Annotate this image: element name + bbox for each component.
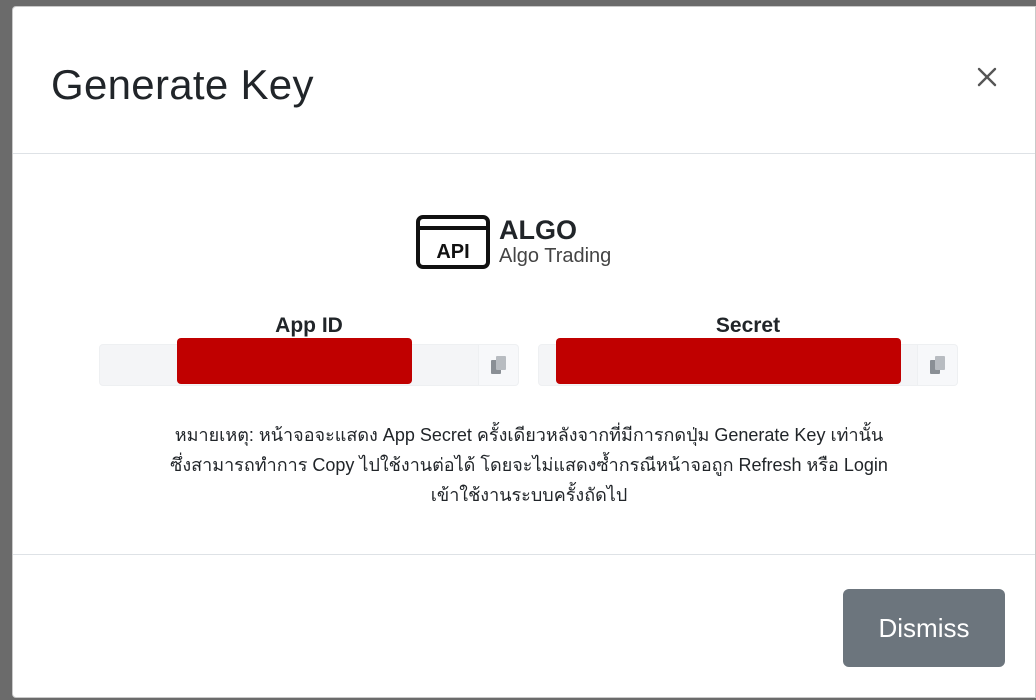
modal-title: Generate Key [51, 61, 314, 108]
app-subtitle: Algo Trading [499, 245, 612, 267]
secret-field: Secret [538, 314, 958, 386]
secret-label: Secret [715, 314, 781, 337]
app-id-redaction [177, 338, 412, 384]
app-id-field: App ID [99, 314, 519, 386]
note-line-2: ซึ่งสามารถทำการ Copy ไปใช้งานต่อได้ โดยจ… [170, 455, 888, 475]
api-icon: API [416, 215, 490, 269]
modal-footer: Dismiss [13, 554, 1035, 699]
copy-icon [490, 356, 506, 374]
modal-body: API ALGO Algo Trading App ID Secret หมาย… [13, 154, 1035, 554]
secret-redaction [556, 338, 901, 384]
copy-icon [929, 356, 945, 374]
dismiss-button[interactable]: Dismiss [843, 589, 1005, 667]
secret-input-group [538, 338, 958, 386]
note-line-3: เข้าใช้งานระบบครั้งถัดไป [430, 485, 628, 505]
secret-copy-button[interactable] [918, 344, 958, 386]
note-line-1: หมายเหตุ: หน้าจอจะแสดง App Secret ครั้งเ… [174, 425, 884, 445]
app-badge: API ALGO Algo Trading [415, 214, 611, 270]
app-id-copy-button[interactable] [479, 344, 519, 386]
close-icon [977, 67, 997, 87]
svg-text:API: API [436, 241, 469, 263]
app-id-label: App ID [275, 314, 343, 337]
generate-key-modal: Generate Key API ALGO Algo Trading App I… [12, 6, 1036, 698]
app-name: ALGO [499, 215, 577, 245]
close-button[interactable] [969, 59, 1005, 95]
app-text: ALGO Algo Trading [499, 216, 611, 268]
secret-note: หมายเหตุ: หน้าจอจะแสดง App Secret ครั้งเ… [53, 420, 1005, 510]
modal-header: Generate Key [13, 7, 1035, 154]
app-id-input-group [99, 338, 519, 386]
